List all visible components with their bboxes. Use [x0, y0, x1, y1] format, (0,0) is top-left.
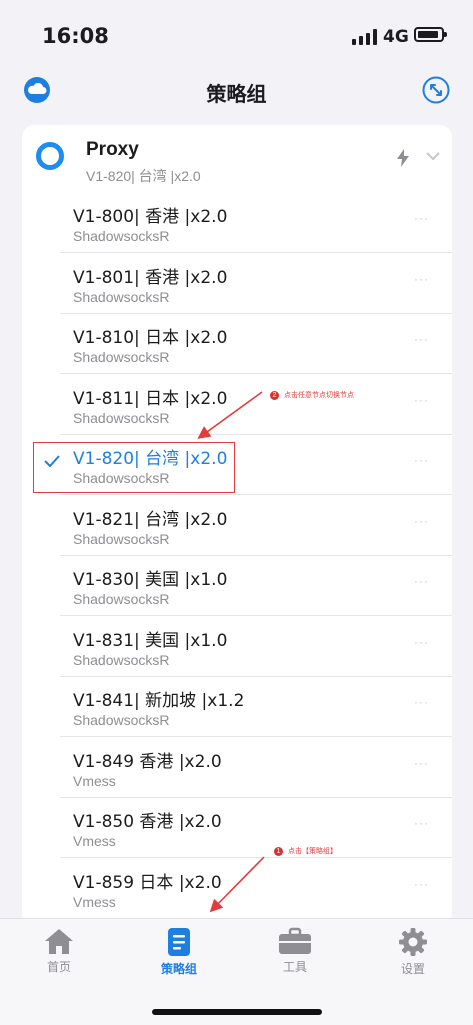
- tab-settings[interactable]: 设置: [368, 927, 458, 977]
- tab-home[interactable]: 首页: [14, 927, 104, 975]
- toolbox-icon: [279, 927, 311, 954]
- annotation-arrows: [197, 391, 265, 913]
- document-icon: [168, 928, 190, 956]
- home-indicator: [152, 1009, 322, 1015]
- tab-tools[interactable]: 工具: [250, 927, 340, 975]
- tab-policy-group[interactable]: 策略组: [134, 927, 224, 977]
- gear-icon: [399, 928, 427, 956]
- home-icon: [45, 929, 73, 954]
